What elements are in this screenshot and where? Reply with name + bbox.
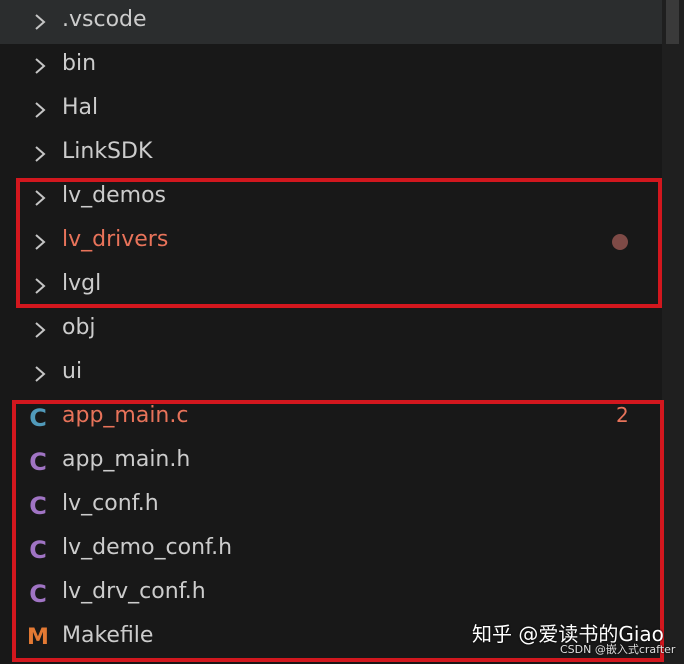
folder-label: obj xyxy=(62,315,96,340)
chevron-right-icon xyxy=(35,322,46,338)
scrollbar[interactable] xyxy=(662,0,684,664)
folder-row-linksdk[interactable]: LinkSDK xyxy=(0,132,662,176)
folder-label: bin xyxy=(62,51,97,76)
folder-row-vscode[interactable]: .vscode xyxy=(0,0,662,44)
chevron-right-icon xyxy=(35,102,46,118)
folder-label: ui xyxy=(62,359,83,384)
chevron-right-icon xyxy=(35,58,46,74)
chevron-right-icon xyxy=(35,14,46,30)
folder-row-obj[interactable]: obj xyxy=(0,308,662,352)
folder-row-ui[interactable]: ui xyxy=(0,352,662,396)
scrollbar-thumb[interactable] xyxy=(666,0,679,44)
folder-label: LinkSDK xyxy=(62,139,153,164)
highlight-box-lvgl-folders xyxy=(16,178,662,308)
chevron-right-icon xyxy=(35,146,46,162)
folder-row-hal[interactable]: Hal xyxy=(0,88,662,132)
folder-label: Hal xyxy=(62,95,99,120)
chevron-right-icon xyxy=(35,366,46,382)
folder-row-bin[interactable]: bin xyxy=(0,44,662,88)
watermark-csdn: CSDN @嵌入式crafter xyxy=(560,643,676,656)
folder-label: .vscode xyxy=(62,7,147,32)
